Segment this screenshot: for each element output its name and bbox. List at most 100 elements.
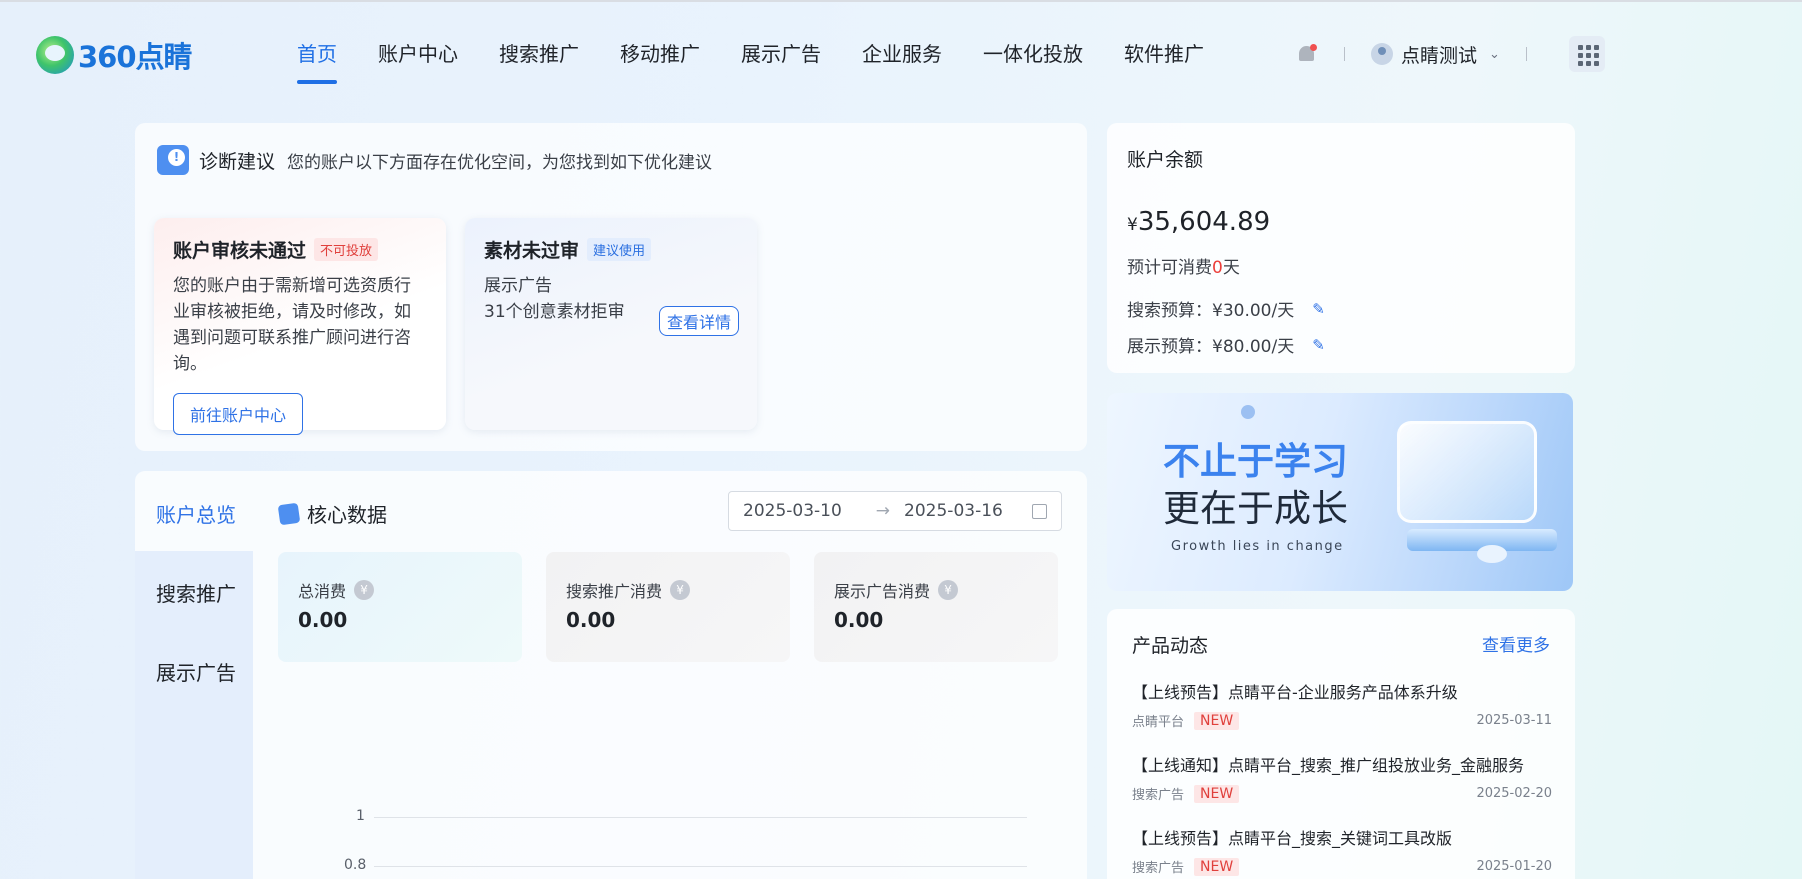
kpi-label: 总消费 (298, 582, 347, 601)
estimated-days-value: 0 (1212, 258, 1223, 278)
nav-mobile-promotion[interactable]: 移动推广 (620, 38, 700, 86)
banner-headline: 不止于学习 (1163, 440, 1348, 483)
suggestion-title: 账户审核未通过 (173, 240, 307, 262)
news-item-title[interactable]: 【上线预告】点睛平台-企业服务产品体系升级 (1132, 679, 1552, 703)
kpi-label: 展示广告消费 (834, 582, 931, 601)
diagnosis-panel: 诊断建议 您的账户以下方面存在优化空间，为您找到如下优化建议 账户审核未通过 不… (135, 123, 1087, 451)
promo-banner[interactable]: 不止于学习 更在于成长 Growth lies in change (1107, 393, 1573, 591)
nav-search-promotion[interactable]: 搜索推广 (499, 38, 579, 86)
grid-line (374, 866, 1027, 867)
tab-search-promotion[interactable]: 搜索推广 (156, 578, 236, 607)
nav-software-promotion[interactable]: 软件推广 (1124, 38, 1204, 86)
balance-value: 35,604.89 (1137, 207, 1271, 237)
date-end[interactable]: 2025-03-16 (904, 501, 1003, 521)
user-name[interactable]: 点睛测试 (1401, 41, 1477, 68)
new-badge: NEW (1194, 857, 1240, 876)
view-more-link[interactable]: 查看更多 (1482, 631, 1550, 656)
logo[interactable]: 360点睛 (36, 34, 193, 76)
news-item-date: 2025-02-20 (1476, 786, 1552, 801)
axis-tick-label: 1 (356, 808, 365, 824)
tab-display-ads[interactable]: 展示广告 (156, 657, 236, 686)
edit-icon[interactable]: ✎ (1312, 336, 1325, 354)
news-item-title[interactable]: 【上线预告】点睛平台_搜索_关键词工具改版 (1132, 825, 1552, 849)
estimated-days-prefix: 预计可消费 (1127, 258, 1212, 278)
balance-title: 账户余额 (1127, 149, 1204, 171)
new-badge: NEW (1194, 784, 1240, 803)
product-news-panel: 产品动态 查看更多 【上线预告】点睛平台-企业服务产品体系升级 点睛平台 NEW 2… (1107, 609, 1575, 879)
yen-icon: ¥ (938, 580, 959, 600)
notification-bell-icon[interactable] (1296, 43, 1318, 65)
nav-account-center[interactable]: 账户中心 (378, 38, 458, 86)
go-account-center-button[interactable]: 前往账户中心 (173, 393, 304, 435)
app-grid-icon[interactable] (1568, 36, 1605, 72)
search-budget: 搜索预算：¥30.00/天 ✎ (1127, 296, 1325, 322)
suggestion-title: 素材未过审 (484, 240, 580, 262)
suggestion-body: 您的账户由于需新增可选资质行业审核被拒绝，请及时修改，如遇到问题可联系推广顾问进… (173, 276, 411, 374)
news-item[interactable]: 【上线预告】点睛平台-企业服务产品体系升级 点睛平台 NEW 2025-03-11 (1132, 679, 1552, 730)
main-nav: 首页 账户中心 搜索推广 移动推广 展示广告 企业服务 一体化投放 软件推广 (297, 38, 1245, 86)
estimated-days: 预计可消费0天 (1127, 253, 1240, 278)
kpi-display-spend: 展示广告消费 ¥ 0.00 (814, 552, 1058, 662)
estimated-days-suffix: 天 (1222, 258, 1240, 278)
axis-tick-label: 0.8 (344, 857, 367, 873)
user-avatar-icon[interactable] (1371, 43, 1393, 65)
date-range-picker[interactable]: 2025-03-10 → 2025-03-16 (728, 491, 1062, 531)
new-badge: NEW (1194, 711, 1240, 730)
suggestion-card-material-review: 素材未过审 建议使用 展示广告 31个创意素材拒审 查看详情 (465, 218, 757, 430)
kpi-search-spend: 搜索推广消费 ¥ 0.00 (546, 552, 790, 662)
diagnosis-header: 诊断建议 您的账户以下方面存在优化空间，为您找到如下优化建议 (157, 145, 712, 175)
banner-tagline: Growth lies in change (1171, 539, 1344, 554)
core-data-title: 核心数据 (307, 503, 387, 527)
diagnosis-subtitle: 您的账户以下方面存在优化空间，为您找到如下优化建议 (287, 152, 713, 173)
decoration-dot (1241, 405, 1255, 419)
core-data-header: 核心数据 (277, 499, 387, 528)
chevron-down-icon[interactable]: ⌄ (1489, 47, 1500, 62)
tab-account-overview[interactable]: 账户总览 (156, 499, 236, 528)
view-details-button[interactable]: 查看详情 (658, 306, 739, 336)
news-item-source: 点睛平台 (1132, 715, 1185, 730)
logo-text: 360点睛 (78, 40, 193, 74)
kpi-total-spend: 总消费 ¥ 0.00 (278, 552, 522, 662)
news-item-source: 搜索广告 (1132, 788, 1185, 803)
header-actions: 点睛测试 ⌄ (1296, 36, 1605, 72)
nav-enterprise-service[interactable]: 企业服务 (862, 38, 942, 86)
suggestion-card-account-review: 账户审核未通过 不可投放 您的账户由于需新增可选资质行业审核被拒绝，请及时修改，… (154, 218, 446, 435)
kpi-label: 搜索推广消费 (566, 582, 663, 601)
arrow-right-icon: → (875, 501, 891, 521)
grid-line (374, 817, 1027, 818)
divider (1525, 47, 1527, 61)
display-budget-label: 展示预算：¥80.00/天 (1127, 337, 1295, 357)
suggestion-line: 展示广告 (484, 276, 552, 296)
yen-icon: ¥ (670, 580, 691, 600)
kpi-value: 0.00 (298, 608, 348, 632)
diagnosis-title: 诊断建议 (199, 150, 276, 173)
kpi-value: 0.00 (566, 608, 616, 632)
news-title: 产品动态 (1132, 635, 1209, 657)
account-balance-panel: 账户余额 ¥35,604.89 预计可消费0天 搜索预算：¥30.00/天 ✎ … (1107, 123, 1575, 373)
news-item-date: 2025-03-11 (1476, 713, 1552, 728)
core-data-panel: 账户总览 搜索推广 展示广告 核心数据 2025-03-10 → 2025-03… (135, 471, 1087, 879)
date-start[interactable]: 2025-03-10 (743, 501, 842, 521)
window-top-border (0, 0, 1802, 2)
monitor-illustration (1397, 421, 1537, 523)
currency-symbol: ¥ (1127, 215, 1138, 235)
nav-display-ads[interactable]: 展示广告 (741, 38, 821, 86)
status-badge: 不可投放 (314, 238, 379, 261)
edit-icon[interactable]: ✎ (1312, 300, 1325, 318)
kpi-value: 0.00 (834, 608, 884, 632)
news-item-date: 2025-01-20 (1476, 859, 1552, 874)
nav-home[interactable]: 首页 (297, 38, 337, 86)
news-item[interactable]: 【上线通知】点睛平台_搜索_推广组投放业务_金融服务 搜索广告 NEW 2025-0… (1132, 752, 1552, 803)
news-item-title[interactable]: 【上线通知】点睛平台_搜索_推广组投放业务_金融服务 (1132, 752, 1552, 776)
yen-icon: ¥ (354, 580, 375, 600)
diagnosis-icon (157, 145, 189, 175)
logo-icon (36, 36, 74, 74)
balance-amount: ¥35,604.89 (1127, 207, 1270, 237)
chart-icon (277, 502, 301, 525)
news-item[interactable]: 【上线预告】点睛平台_搜索_关键词工具改版 搜索广告 NEW 2025-01-20 (1132, 825, 1552, 876)
calendar-icon[interactable] (1032, 503, 1047, 519)
status-badge: 建议使用 (587, 238, 652, 261)
nav-integrated-delivery[interactable]: 一体化投放 (983, 38, 1083, 86)
banner-subheadline: 更在于成长 (1163, 487, 1348, 530)
divider (1344, 47, 1345, 61)
